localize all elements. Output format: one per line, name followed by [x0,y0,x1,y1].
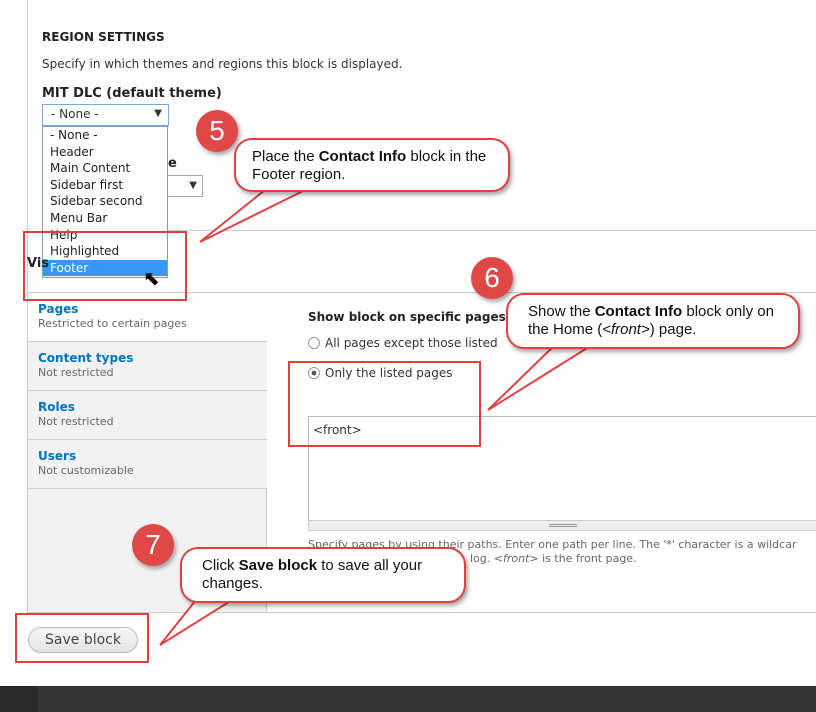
callout-5: Place the Contact Info block in the Foot… [234,138,510,192]
annotation-pointers [159,189,604,646]
highlight-box-save [15,613,149,663]
pointer-5 [199,189,306,243]
step-6-badge: 6 [471,257,513,299]
callout-7: Click Save block to save all your change… [180,547,466,603]
step-7-badge: 7 [132,524,174,566]
callout-6: Show the Contact Info block only on the … [506,293,800,349]
pointer-6 [487,339,604,411]
highlight-box-listed [288,361,481,447]
highlight-box-footer [23,231,187,301]
step-5-badge: 5 [196,110,238,152]
